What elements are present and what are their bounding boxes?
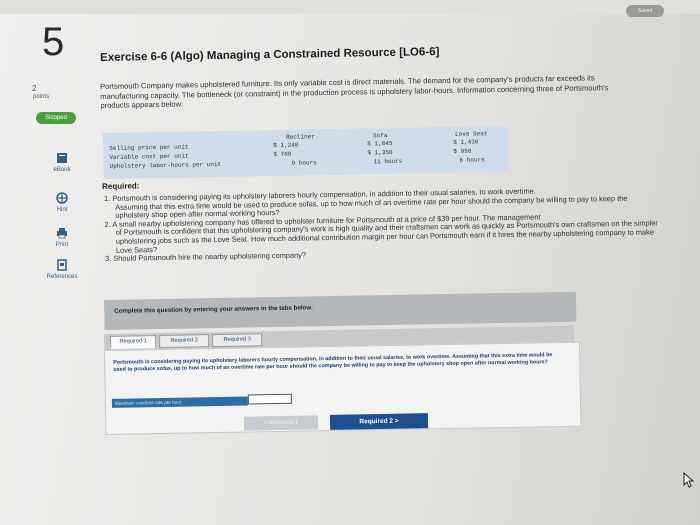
print-icon bbox=[57, 228, 67, 239]
instructions-box: Complete this question by entering your … bbox=[104, 291, 577, 330]
tab-question-text: Portsmouth is considering paying its uph… bbox=[113, 352, 553, 373]
answer-label: Maximum overtime rate per hour bbox=[111, 396, 248, 408]
print-label: Print bbox=[55, 242, 69, 248]
row-label-selling-price: Selling price per unit bbox=[109, 143, 189, 152]
row-label-variable-cost: Variable cost per unit bbox=[109, 152, 189, 161]
skipped-badge: Skipped bbox=[36, 112, 76, 124]
row-label-labor-hours: Upholstery labor-hours per unit bbox=[109, 160, 222, 170]
instructions-text: Complete this question by entering your … bbox=[114, 304, 313, 315]
overtime-rate-input[interactable] bbox=[247, 393, 292, 405]
tab-required-3[interactable]: Required 3 bbox=[212, 333, 263, 348]
book-icon bbox=[57, 153, 67, 163]
previous-button[interactable]: < Required 1 bbox=[243, 415, 319, 431]
hint-button[interactable]: Hint bbox=[32, 192, 92, 213]
next-button[interactable]: Required 2 > bbox=[329, 413, 429, 430]
top-bar: Saved bbox=[0, 0, 700, 17]
hint-label: Hint bbox=[56, 207, 68, 213]
mouse-pointer-icon bbox=[683, 472, 695, 488]
question-number: 5 bbox=[42, 20, 65, 64]
required-heading: Required: bbox=[102, 181, 140, 191]
cell-sofa-hours: 11 hours bbox=[373, 157, 403, 166]
exercise-intro: Portsmouth Company makes upholstered fur… bbox=[100, 73, 609, 110]
column-header-sofa: Sofa bbox=[373, 132, 388, 140]
requirements-list: 1. Portsmouth is considering paying its … bbox=[104, 185, 661, 263]
cell-sofa-price: $ 1,845 bbox=[367, 139, 393, 148]
points-value: 2 bbox=[32, 84, 37, 93]
cell-love-seat-price: $ 1,430 bbox=[453, 138, 479, 146]
cell-recliner-hours: 9 hours bbox=[291, 159, 317, 167]
column-header-love-seat: Love Seat bbox=[455, 130, 488, 138]
tab-required-1[interactable]: Required 1 bbox=[110, 335, 157, 349]
references-button[interactable]: References bbox=[32, 259, 92, 280]
ebook-button[interactable]: eBook bbox=[32, 152, 92, 173]
hint-icon bbox=[56, 192, 68, 204]
cell-love-seat-cost: $ 950 bbox=[453, 147, 472, 155]
screen: Saved 5 2 points Skipped eBook Hint Prin… bbox=[0, 0, 700, 525]
cell-recliner-cost: $ 700 bbox=[273, 150, 292, 159]
exercise-title: Exercise 6-6 (Algo) Managing a Constrain… bbox=[100, 46, 440, 64]
ebook-label: eBook bbox=[53, 167, 71, 173]
cell-recliner-price: $ 1,240 bbox=[273, 141, 299, 150]
column-header-recliner: Recliner bbox=[286, 133, 315, 141]
cell-love-seat-hours: 6 hours bbox=[459, 156, 485, 164]
print-button[interactable]: Print bbox=[32, 227, 92, 248]
product-data-table: Recliner Sofa Love Seat Selling price pe… bbox=[103, 125, 509, 179]
cell-sofa-cost: $ 1,350 bbox=[367, 148, 393, 157]
points-label: points bbox=[33, 94, 50, 100]
tab-required-2[interactable]: Required 2 bbox=[159, 334, 210, 349]
saved-status-badge: Saved bbox=[626, 5, 664, 17]
references-icon bbox=[57, 259, 67, 271]
references-label: References bbox=[46, 274, 78, 280]
